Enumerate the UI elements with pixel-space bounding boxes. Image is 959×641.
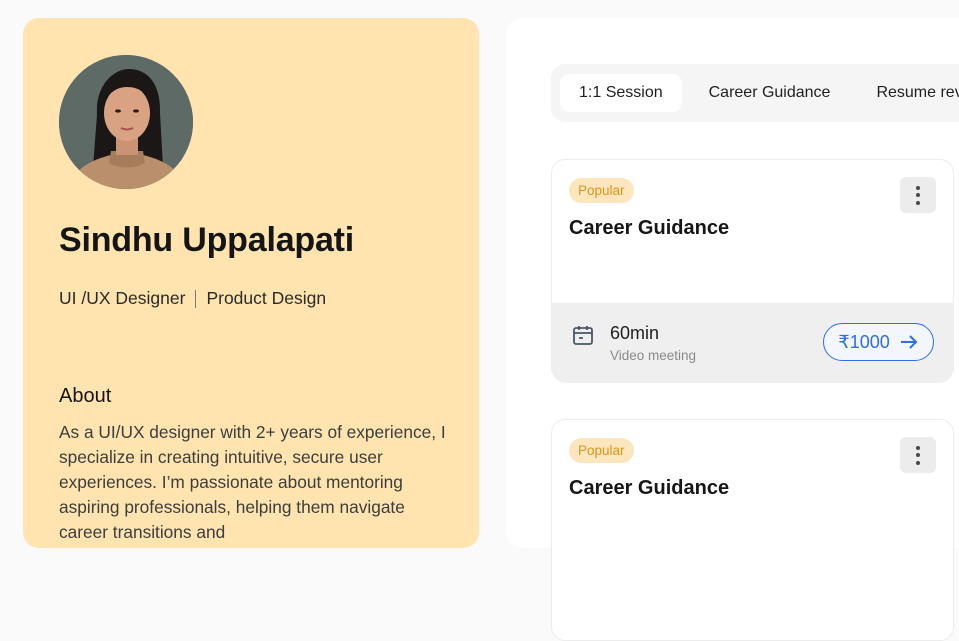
- sessions-panel: 1:1 Session Career Guidance Resume rev P…: [506, 18, 959, 641]
- price: ₹1000: [838, 331, 890, 352]
- more-vertical-icon-dot: [916, 460, 920, 465]
- meeting-type: Video meeting: [610, 348, 697, 363]
- session-duration: 60min: [610, 323, 660, 343]
- service-title: Career Guidance: [569, 477, 730, 499]
- profile-specialty: Product Design: [206, 288, 327, 308]
- tab-career-guidance[interactable]: Career Guidance: [690, 74, 850, 112]
- service-card[interactable]: Popular Career Guidance: [551, 419, 954, 641]
- more-options-button[interactable]: [900, 437, 936, 473]
- service-title: Career Guidance: [569, 217, 730, 239]
- avatar: [59, 55, 193, 189]
- more-options-button[interactable]: [900, 177, 936, 213]
- about-heading: About: [59, 385, 112, 407]
- more-vertical-icon-dot: [916, 200, 920, 205]
- service-footer: 60min Video meeting ₹1000: [552, 303, 953, 383]
- more-vertical-icon: [916, 185, 920, 190]
- popular-badge: Popular: [569, 178, 634, 203]
- tab-resume-review[interactable]: Resume rev: [857, 74, 959, 112]
- profile-name: Sindhu Uppalapati: [59, 221, 355, 259]
- arrow-right-icon: [900, 335, 918, 349]
- divider: [195, 289, 197, 308]
- more-vertical-icon: [916, 445, 920, 450]
- popular-badge: Popular: [569, 438, 634, 463]
- profile-subtitle: UI /UX Designer Product Design: [59, 288, 326, 309]
- session-tabs: 1:1 Session Career Guidance Resume rev: [551, 64, 959, 122]
- calendar-icon: [571, 323, 595, 352]
- profile-role: UI /UX Designer: [59, 288, 186, 308]
- more-vertical-icon-dot: [916, 193, 920, 197]
- book-price-button[interactable]: ₹1000: [823, 323, 934, 361]
- about-text: As a UI/UX designer with 2+ years of exp…: [59, 422, 446, 542]
- service-card[interactable]: Popular Career Guidance 60min Video meet…: [551, 159, 954, 383]
- more-vertical-icon-dot: [916, 453, 920, 457]
- tab-1-1-session[interactable]: 1:1 Session: [560, 74, 682, 112]
- profile-card: Sindhu Uppalapati UI /UX Designer Produc…: [23, 18, 479, 548]
